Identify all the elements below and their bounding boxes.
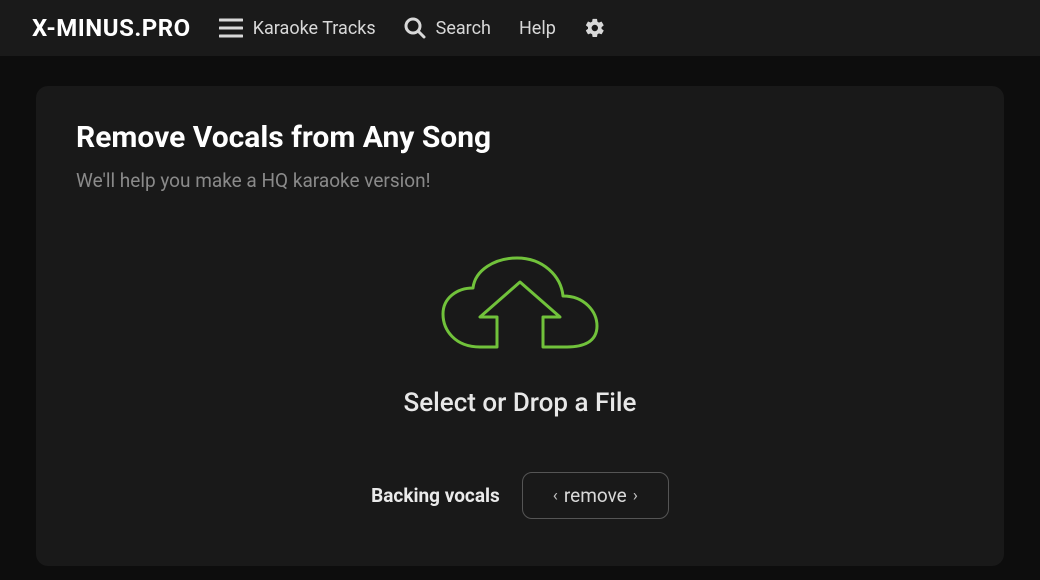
nav-label: Search: [436, 18, 491, 39]
nav-settings[interactable]: [584, 17, 606, 39]
site-header: X-MINUS.PRO Karaoke Tracks Search Help: [0, 0, 1040, 56]
option-value: remove: [564, 484, 627, 507]
chevron-left-icon: ‹: [553, 486, 558, 506]
page-title: Remove Vocals from Any Song: [76, 120, 964, 155]
site-logo[interactable]: X-MINUS.PRO: [32, 14, 191, 42]
nav-karaoke-tracks[interactable]: Karaoke Tracks: [219, 18, 376, 39]
gear-icon: [584, 17, 606, 39]
menu-icon: [219, 18, 243, 38]
chevron-right-icon: ›: [633, 486, 638, 506]
search-icon: [404, 17, 426, 39]
nav-label: Karaoke Tracks: [253, 18, 376, 39]
nav-label: Help: [519, 18, 556, 39]
drop-text: Select or Drop a File: [404, 388, 637, 418]
page-subtitle: We'll help you make a HQ karaoke version…: [76, 169, 964, 192]
nav-search[interactable]: Search: [404, 17, 491, 39]
nav-help[interactable]: Help: [519, 18, 556, 39]
main-card: Remove Vocals from Any Song We'll help y…: [36, 86, 1004, 566]
cloud-upload-icon: [435, 252, 605, 366]
backing-vocals-select[interactable]: ‹ remove ›: [522, 472, 669, 519]
option-label: Backing vocals: [371, 484, 500, 507]
file-drop-area[interactable]: Select or Drop a File: [76, 252, 964, 418]
backing-vocals-option: Backing vocals ‹ remove ›: [76, 472, 964, 519]
